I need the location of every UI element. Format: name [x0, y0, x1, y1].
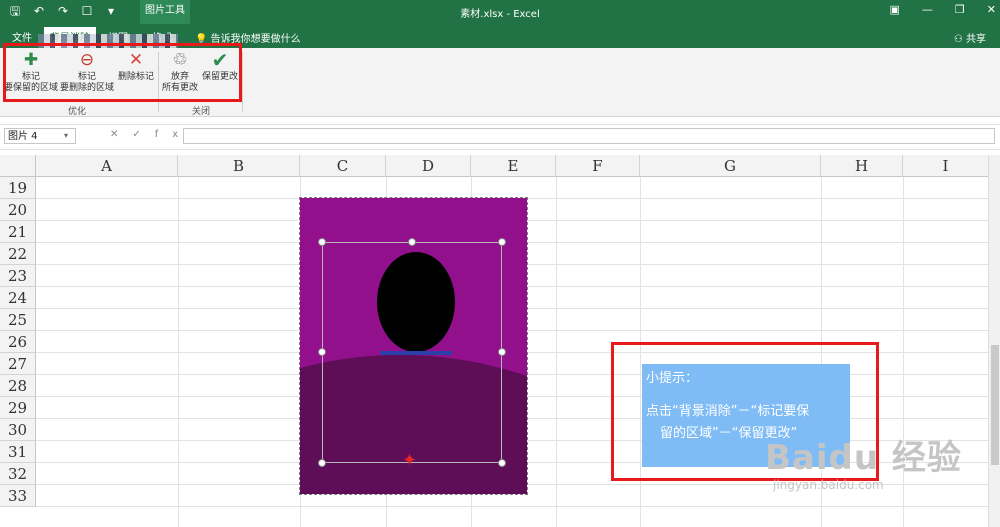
person-icon: ⚇	[953, 34, 966, 45]
name-box-dropdown-icon[interactable]: ▾	[64, 131, 68, 140]
select-all-corner[interactable]	[0, 155, 36, 177]
picture-4[interactable]: ✦	[299, 197, 528, 495]
close-icon[interactable]: ✕	[987, 3, 996, 16]
row-header[interactable]: 19	[0, 177, 36, 199]
row-header[interactable]: 27	[0, 353, 36, 375]
title-bar: 🖫 ↶ ↷ ☐ ▾ 图片工具 素材.xlsx - Excel ▣ — ❐ ✕	[0, 0, 1000, 24]
row-header[interactable]: 26	[0, 331, 36, 353]
column-header[interactable]: H	[821, 155, 903, 177]
column-header[interactable]: C	[300, 155, 386, 177]
grid-line	[36, 506, 1000, 507]
ribbon-highlight-box	[3, 43, 242, 102]
removal-marquee[interactable]	[322, 242, 502, 463]
row-header[interactable]: 24	[0, 287, 36, 309]
enter-icon[interactable]: ✓	[132, 129, 154, 140]
resize-handle[interactable]	[318, 459, 326, 467]
row-header[interactable]: 23	[0, 265, 36, 287]
column-header[interactable]: E	[471, 155, 556, 177]
group-separator	[242, 52, 243, 112]
scrollbar-thumb[interactable]	[991, 345, 999, 465]
window-controls: ▣ — ❐ ✕	[890, 3, 997, 16]
row-header[interactable]: 30	[0, 419, 36, 441]
share-button[interactable]: ⚇ 共享	[954, 30, 986, 45]
column-header[interactable]: B	[178, 155, 300, 177]
baidu-logo: Baidu 经验	[765, 438, 962, 478]
window-title: 素材.xlsx - Excel	[460, 9, 540, 20]
row-header[interactable]: 31	[0, 441, 36, 463]
resize-handle[interactable]	[498, 348, 506, 356]
baidu-watermark: Baidu 经验 jingyan.baidu.com	[765, 430, 962, 492]
group-label-close: 关闭	[192, 107, 211, 117]
formula-input[interactable]	[183, 128, 995, 144]
column-header[interactable]: F	[556, 155, 640, 177]
row-header[interactable]: 20	[0, 199, 36, 221]
minimize-icon[interactable]: —	[922, 3, 933, 16]
row-header[interactable]: 22	[0, 243, 36, 265]
formula-bar: 图片 4 ▾ ✕✓fx	[0, 124, 1000, 150]
cancel-icon[interactable]: ✕	[110, 129, 132, 140]
row-header[interactable]: 28	[0, 375, 36, 397]
row-header[interactable]: 25	[0, 309, 36, 331]
tab-file[interactable]: 文件	[12, 29, 32, 44]
column-header[interactable]: A	[36, 155, 178, 177]
resize-handle[interactable]	[408, 238, 416, 246]
watermark-url: jingyan.baidu.com	[773, 478, 884, 492]
column-header[interactable]: D	[386, 155, 471, 177]
column-header[interactable]: G	[640, 155, 821, 177]
column-header[interactable]: I	[903, 155, 989, 177]
move-cursor-icon: ✦	[402, 450, 418, 471]
resize-handle[interactable]	[498, 238, 506, 246]
share-label: 共享	[966, 34, 986, 45]
row-header[interactable]: 29	[0, 397, 36, 419]
ribbon-display-icon[interactable]: ▣	[890, 3, 900, 16]
resize-handle[interactable]	[318, 238, 326, 246]
restore-icon[interactable]: ❐	[955, 3, 965, 16]
row-header[interactable]: 21	[0, 221, 36, 243]
formula-controls: ✕✓fx	[110, 129, 192, 140]
resize-handle[interactable]	[498, 459, 506, 467]
vertical-scrollbar[interactable]	[988, 155, 1000, 527]
row-header[interactable]: 33	[0, 485, 36, 507]
row-header[interactable]: 32	[0, 463, 36, 485]
resize-handle[interactable]	[318, 348, 326, 356]
group-label-refine: 优化	[68, 107, 87, 117]
